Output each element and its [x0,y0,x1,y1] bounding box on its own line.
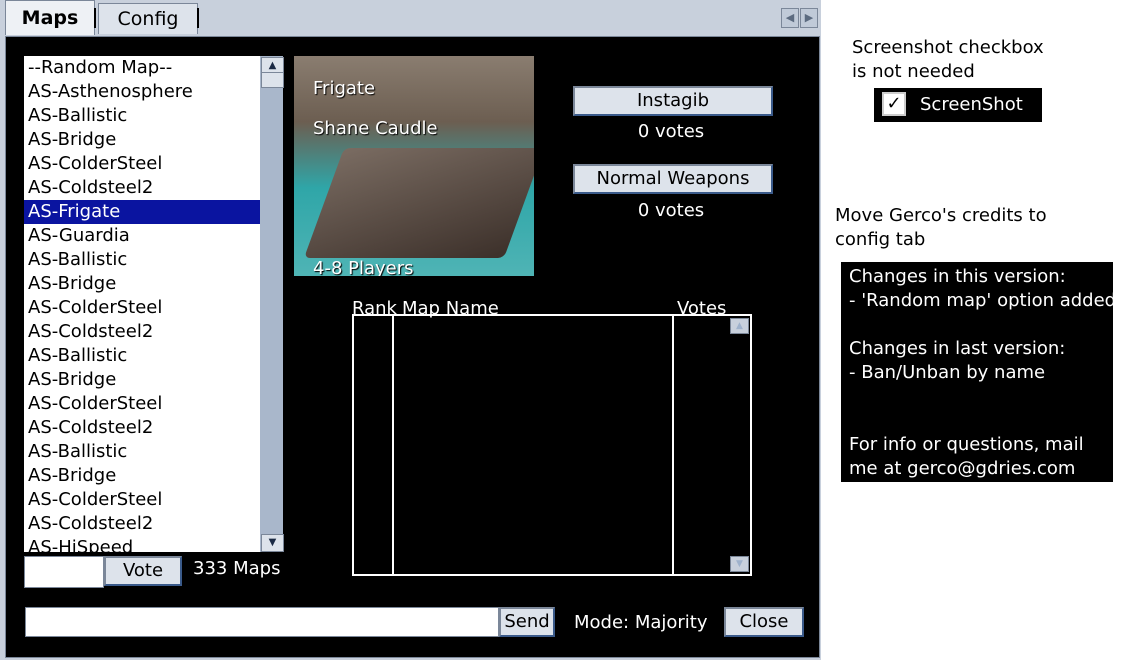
credits-note-line-2: config tab [835,229,926,250]
credits-note-line-1: Move Gerco's credits to [835,205,1047,226]
map-vote-window: Maps Config ◀ ▶ --Random Map-- AS-Astheno… [0,0,821,660]
instagib-button[interactable]: Instagib [573,86,773,116]
normal-weapons-button[interactable]: Normal Weapons [573,164,773,194]
map-list-item[interactable]: AS-Coldsteel2 [24,320,260,344]
tab-scroll-left-icon[interactable]: ◀ [781,8,799,28]
map-preview-image: Frigate Shane Caudle 4-8 Players [294,56,534,276]
map-list-scrollbar[interactable]: ▲ ▼ [260,56,284,552]
map-list-item[interactable]: AS-Coldsteel2 [24,176,260,200]
chat-input[interactable] [25,607,499,637]
preview-author: Shane Caudle [313,118,438,139]
map-list-item[interactable]: AS-Frigate [24,200,260,224]
tab-scroll-right-icon[interactable]: ▶ [800,8,818,28]
instagib-votes: 0 votes [637,121,705,142]
changes-line: For info or questions, mail [849,434,1084,455]
votes-table[interactable] [352,314,732,576]
map-list-item[interactable]: AS-Ballistic [24,344,260,368]
map-list-item[interactable]: --Random Map-- [24,56,260,80]
map-list-item[interactable]: AS-ColderSteel [24,296,260,320]
preview-players: 4-8 Players [313,258,414,276]
tab-maps[interactable]: Maps [5,0,95,35]
send-button[interactable]: Send [499,607,555,637]
normal-weapons-votes: 0 votes [637,200,705,221]
map-list-item[interactable]: AS-ColderSteel [24,488,260,512]
scroll-down-icon[interactable]: ▼ [730,556,749,572]
map-list-item[interactable]: AS-ColderSteel [24,152,260,176]
map-list-item[interactable]: AS-Asthenosphere [24,80,260,104]
scroll-up-icon[interactable]: ▲ [730,318,749,334]
scroll-down-icon[interactable]: ▼ [261,534,284,552]
map-list-item[interactable]: AS-Ballistic [24,440,260,464]
map-list-item[interactable]: AS-Bridge [24,368,260,392]
close-button[interactable]: Close [724,607,804,637]
map-list-item[interactable]: AS-Coldsteel2 [24,416,260,440]
map-preview-ship [303,148,534,258]
map-list-item[interactable]: AS-Ballistic [24,104,260,128]
map-list-item[interactable]: AS-Coldsteel2 [24,512,260,536]
screenshot-checkbox-label: ScreenShot [920,94,1023,115]
map-list-item[interactable]: AS-Bridge [24,128,260,152]
map-list-item[interactable]: AS-HiSpeed [24,536,260,552]
tab-bar: Maps Config ◀ ▶ [0,0,821,36]
map-list[interactable]: --Random Map-- AS-Asthenosphere AS-Ballist… [24,56,260,552]
scroll-thumb[interactable] [261,72,284,88]
tab-scroll-arrows: ◀ ▶ [781,8,818,28]
tab-separator [197,8,199,28]
changes-box: Changes in this version: - 'Random map' o… [841,262,1117,482]
map-count: 333 Maps [193,558,281,579]
tab-config[interactable]: Config [98,3,198,34]
screenshot-checkbox[interactable]: ✓ [882,92,906,116]
tab-separator [94,8,96,28]
map-list-item[interactable]: AS-Guardia [24,224,260,248]
votes-table-scrollbar[interactable]: ▲ ▼ [728,314,752,576]
map-list-item[interactable]: AS-ColderSteel [24,392,260,416]
screenshot-note-line-1: Screenshot checkbox [852,37,1044,58]
map-list-item[interactable]: AS-Bridge [24,272,260,296]
changes-line: Changes in last version: [849,338,1066,359]
column-divider [392,316,394,574]
column-divider [672,316,674,574]
changes-line: - 'Random map' option added [849,290,1117,311]
mode-label: Mode: Majority [574,612,708,633]
screenshot-checkbox-row: ✓ ScreenShot [874,88,1042,122]
map-list-item[interactable]: AS-Bridge [24,464,260,488]
vote-input[interactable] [24,556,104,588]
vote-button[interactable]: Vote [104,556,182,586]
changes-line: Changes in this version: [849,266,1066,287]
preview-map-name: Frigate [313,78,376,99]
map-list-item[interactable]: AS-Ballistic [24,248,260,272]
screenshot-note-line-2: is not needed [852,61,975,82]
changes-line: - Ban/Unban by name [849,362,1046,383]
changes-line: me at gerco@gdries.com [849,458,1076,479]
